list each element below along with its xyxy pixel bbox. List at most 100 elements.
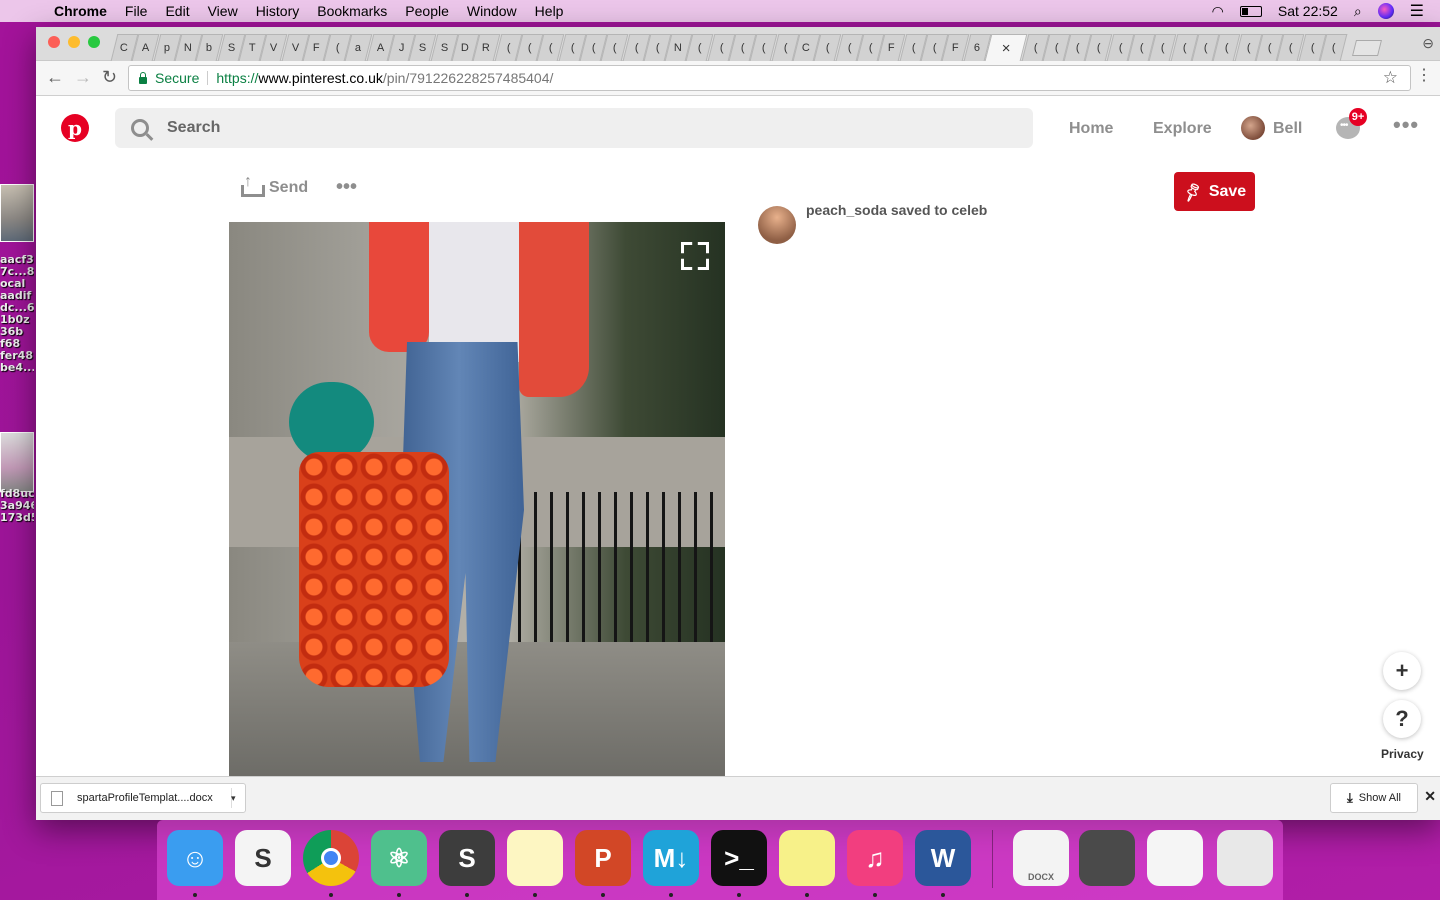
bookmark-star-icon[interactable]: ☆ [1383,68,1398,88]
document-icon [51,790,63,806]
zoom-in-button[interactable]: + [1383,652,1421,690]
new-tab-button[interactable] [1352,40,1383,56]
search-input[interactable] [167,119,767,137]
dock-app-notes[interactable] [507,830,563,886]
user-avatar[interactable] [1241,116,1265,140]
reload-button[interactable]: ↻ [102,67,117,88]
profile-icon[interactable]: ⊖ [1422,35,1434,52]
menu-edit[interactable]: Edit [165,3,189,19]
download-item[interactable]: spartaProfileTemplat....docx ▾ [40,783,246,813]
dock-app-word[interactable]: W [915,830,971,886]
saver-text[interactable]: peach_soda saved to celeb [806,202,987,218]
dock-app-itunes[interactable]: ♫ [847,830,903,886]
menu-view[interactable]: View [208,3,238,19]
tab-label: C [120,42,129,54]
tab-label: ( [783,42,787,54]
back-button[interactable]: ← [46,67,64,88]
menu-history[interactable]: History [256,3,300,19]
save-label: Save [1208,182,1247,200]
dock-trash[interactable] [1217,830,1273,886]
browser-tab-active[interactable]: × [984,34,1028,61]
tab-label: T [248,42,256,54]
desktop-file-thumbnail[interactable] [0,184,34,242]
tab-label: ( [527,42,532,54]
close-tab-icon[interactable]: × [1001,40,1010,57]
forward-button[interactable]: → [74,67,92,88]
show-all-label: Show All [1358,792,1401,804]
chrome-menu-icon[interactable]: ⋮ [1416,65,1432,85]
dock-app-macdown[interactable]: M↓ [643,830,699,886]
spotlight-icon[interactable]: ⌕ [1354,3,1362,20]
wifi-icon[interactable]: ◠ [1212,3,1224,20]
dock-app-stickies[interactable] [779,830,835,886]
tab-label: ( [1032,42,1037,54]
address-bar[interactable]: Secure https:// www.pinterest.co.uk /pin… [128,65,1411,91]
dock-app-terminal[interactable]: >_ [711,830,767,886]
tab-label: A [141,42,150,54]
menu-file[interactable]: File [125,3,148,19]
clock[interactable]: Sat 22:52 [1278,3,1338,19]
tab-label: A [376,42,384,54]
tab-label: R [482,42,491,54]
show-all-downloads-button[interactable]: ⤓ Show All [1330,783,1418,813]
help-button[interactable]: ? [1383,700,1421,738]
dock-documents-stack[interactable]: DOCX [1013,830,1069,886]
pinterest-logo[interactable]: p [61,114,89,142]
tab-label: ( [719,42,723,54]
tab-label: ( [1096,42,1101,54]
nav-home[interactable]: Home [1069,120,1113,138]
dock-desktop-stack[interactable] [1147,830,1203,886]
dock-running-indicator [193,893,197,897]
dock-app-chrome[interactable] [303,830,359,886]
pin-more-options-icon[interactable]: ••• [336,176,357,199]
expand-icon[interactable] [681,242,703,264]
menu-people[interactable]: People [405,3,449,19]
minimize-window-button[interactable] [68,36,80,48]
nav-explore[interactable]: Explore [1153,120,1212,138]
dock-app-sublime-text[interactable]: S [439,830,495,886]
tab-label: ( [1288,42,1293,54]
download-bar: spartaProfileTemplat....docx ▾ ⤓ Show Al… [36,776,1440,820]
dock-app-powerpoint[interactable]: P [575,830,631,886]
menu-app-name[interactable]: Chrome [54,3,107,19]
menu-help[interactable]: Help [535,3,564,19]
pin-image[interactable] [229,222,725,776]
tab-strip: C Ap Nb S T V V F(a A J S S D R((((((((N(((((C(((F((F… [36,27,1440,61]
menu-bookmarks[interactable]: Bookmarks [317,3,387,19]
dock-running-indicator [941,893,945,897]
tab-label: ( [335,42,340,54]
tab-label: ( [1224,42,1229,54]
save-button[interactable]: 📌︎ Save [1174,172,1255,211]
dock-running-indicator [873,893,877,897]
tab-label: ( [740,42,745,54]
close-window-button[interactable] [48,36,60,48]
user-name[interactable]: Bell [1273,120,1302,138]
notification-center-icon[interactable]: ☰ [1410,1,1424,21]
notification-badge: 9+ [1349,108,1367,126]
tab-label: D [461,42,470,54]
dock-app-slack[interactable]: S [235,830,291,886]
siri-icon[interactable] [1377,3,1394,19]
dock-app-atom[interactable]: ⚛ [371,830,427,886]
saver-avatar[interactable] [758,206,796,244]
search-bar[interactable] [115,108,1033,148]
send-label: Send [269,179,309,196]
dock-running-indicator [737,893,741,897]
tab-label: ( [1267,42,1272,54]
search-icon [131,119,149,137]
privacy-link[interactable]: Privacy [1381,747,1424,761]
tab-label: ( [1246,42,1250,54]
dock-downloads-stack[interactable] [1079,830,1135,886]
tab-label: ( [506,42,510,54]
download-options-caret-icon[interactable]: ▾ [231,793,236,804]
tab-label: ( [1118,42,1122,54]
send-button[interactable]: Send [241,173,309,197]
dock-app-finder[interactable]: ☺ [167,830,223,886]
more-options-icon[interactable]: ••• [1393,112,1419,138]
close-download-bar-icon[interactable]: ✕ [1424,788,1436,805]
desktop-file-thumbnail[interactable] [0,432,34,492]
menu-window[interactable]: Window [467,3,517,19]
battery-icon[interactable] [1239,5,1262,17]
zoom-window-button[interactable] [88,36,100,48]
tab-label: ( [847,42,851,54]
